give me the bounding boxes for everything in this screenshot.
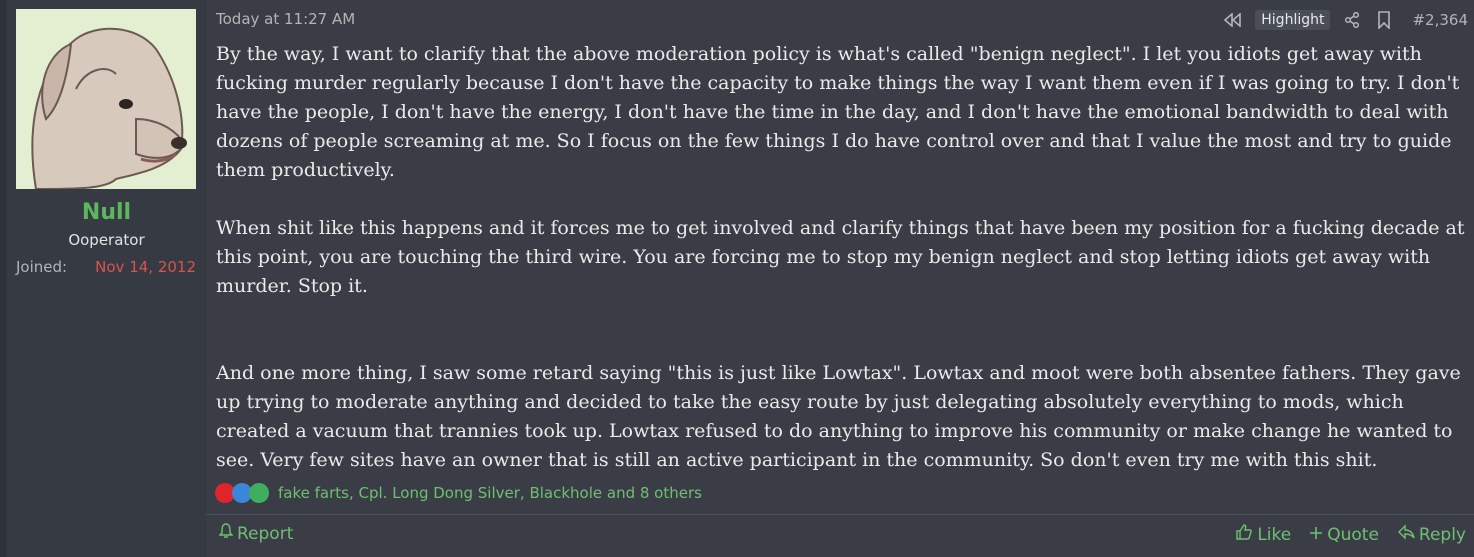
reaction-icons — [215, 483, 269, 503]
like-label: Like — [1257, 524, 1292, 545]
reaction-users[interactable]: fake farts, Cpl. Long Dong Silver, Black… — [278, 484, 702, 502]
post-body: By the way, I want to clarify that the a… — [216, 40, 1466, 475]
report-button[interactable]: Report — [218, 523, 294, 544]
user-info-panel: Null Ooperator Joined: Nov 14, 2012 — [7, 0, 206, 557]
post-footer: Report Like Quote Reply — [206, 515, 1474, 557]
avatar[interactable] — [16, 9, 196, 189]
post-paragraph: By the way, I want to clarify that the a… — [216, 43, 1460, 181]
post-number[interactable]: #2,364 — [1412, 11, 1468, 29]
highlight-button[interactable]: Highlight — [1255, 10, 1331, 30]
username[interactable]: Null — [7, 200, 206, 225]
post-paragraph: When shit like this happens and it force… — [216, 217, 1465, 297]
reply-label: Reply — [1418, 524, 1466, 545]
reactions-bar[interactable]: fake farts, Cpl. Long Dong Silver, Black… — [215, 481, 702, 505]
forum-post: Null Ooperator Joined: Nov 14, 2012 Toda… — [0, 0, 1474, 557]
like-button[interactable]: Like — [1235, 523, 1291, 546]
post-content: Today at 11:27 AM Highlight #2,364 By th… — [206, 0, 1474, 557]
user-title: Ooperator — [68, 231, 145, 249]
post-timestamp[interactable]: Today at 11:27 AM — [216, 10, 355, 28]
check-icon — [249, 483, 269, 503]
rewind-icon[interactable] — [1223, 10, 1243, 30]
reply-button[interactable]: Reply — [1397, 523, 1466, 546]
reply-arrow-icon — [1397, 524, 1415, 545]
post-paragraph: And one more thing, I saw some retard sa… — [216, 362, 1461, 471]
quote-button[interactable]: Quote — [1309, 523, 1379, 546]
joined-date: Nov 14, 2012 — [95, 258, 196, 276]
dog-avatar-image — [16, 9, 196, 189]
bookmark-icon[interactable] — [1374, 10, 1394, 30]
joined-label: Joined: — [16, 258, 68, 276]
quote-label: Quote — [1327, 524, 1379, 545]
bell-icon — [218, 523, 234, 544]
post-actions: Like Quote Reply — [1235, 523, 1466, 546]
plus-icon — [1309, 525, 1323, 545]
thumbs-up-icon — [1235, 523, 1253, 546]
post-toolbar: Highlight #2,364 — [1223, 8, 1468, 32]
page-edge — [0, 0, 7, 557]
report-label: Report — [237, 523, 294, 544]
share-icon[interactable] — [1342, 10, 1362, 30]
